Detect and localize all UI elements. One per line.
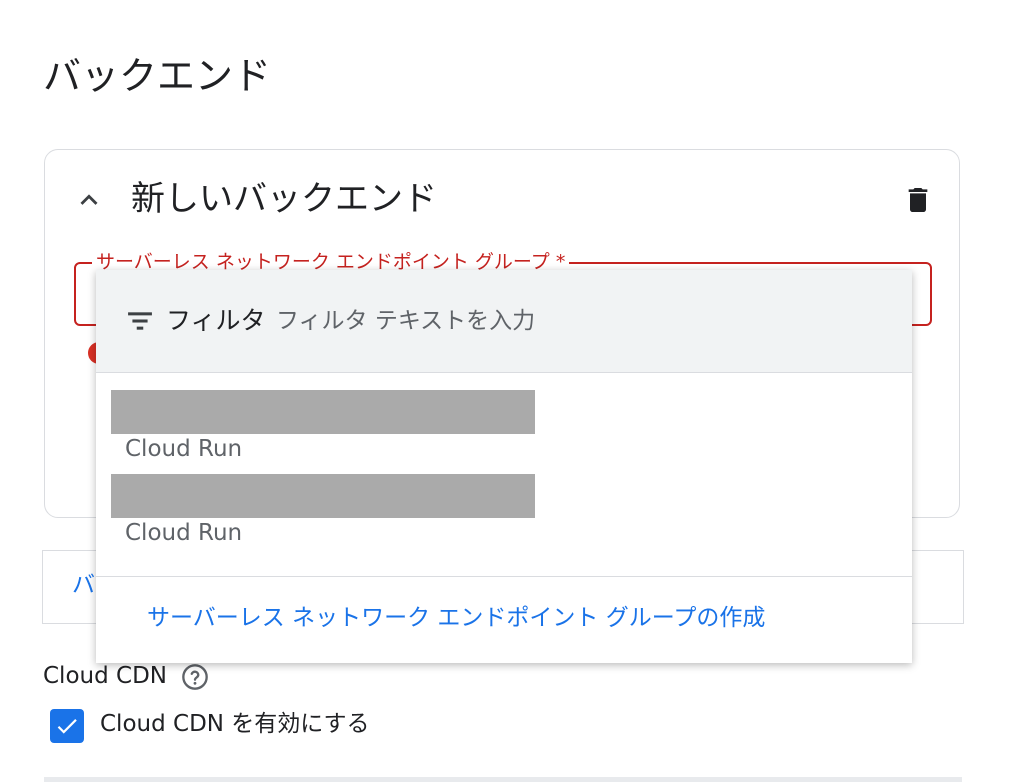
backend-row-text[interactable]: バ	[72, 570, 95, 600]
filter-bar: フィルタ	[96, 270, 912, 373]
check-icon	[57, 719, 77, 734]
dropdown-divider	[96, 576, 912, 577]
neg-option-subtitle: Cloud Run	[125, 436, 243, 462]
create-neg-link[interactable]: サーバーレス ネットワーク エンドポイント グループの作成	[147, 603, 765, 633]
chevron-up-icon[interactable]	[72, 183, 106, 217]
neg-option[interactable]: Cloud Run	[96, 474, 912, 558]
help-icon[interactable]	[181, 663, 209, 691]
redacted-option-name	[111, 390, 535, 434]
filter-label: フィルタ	[166, 306, 266, 335]
backend-card-title: 新しいバックエンド	[131, 179, 437, 219]
cloud-cdn-checkbox-label: Cloud CDN を有効にする	[100, 711, 370, 737]
cloud-cdn-heading: Cloud CDN	[43, 663, 167, 689]
trash-icon[interactable]	[902, 183, 934, 217]
neg-dropdown-menu: フィルタ Cloud Run Cloud Run サーバーレス ネットワーク エ…	[96, 270, 912, 663]
next-section-edge	[44, 777, 962, 782]
redacted-option-name	[111, 474, 535, 518]
cloud-cdn-checkbox[interactable]	[50, 709, 84, 743]
filter-input[interactable]	[276, 304, 876, 338]
neg-option[interactable]: Cloud Run	[96, 390, 912, 474]
page-title: バックエンド	[43, 54, 272, 98]
neg-option-subtitle: Cloud Run	[125, 520, 243, 546]
filter-icon	[128, 312, 152, 330]
